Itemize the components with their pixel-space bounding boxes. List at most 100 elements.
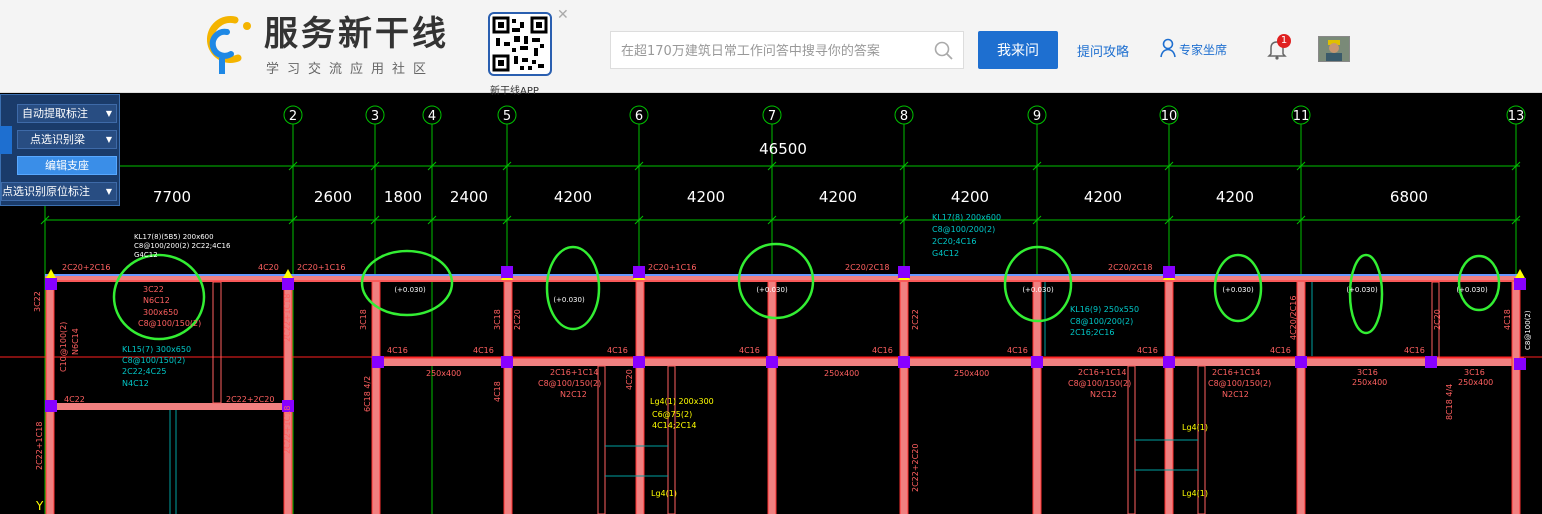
axis-number: 2 <box>289 109 297 124</box>
column-marker <box>1163 356 1175 368</box>
mid-beam-annotations: 2C16+1C14 C8@100/150(2) N2C12 2C16+1C14 … <box>538 368 1485 399</box>
qr-close-icon[interactable]: ✕ <box>557 7 569 23</box>
axis-number: 8 <box>900 109 908 124</box>
span-dimension: 4200 <box>819 188 857 206</box>
span-dimension: 2400 <box>450 188 488 206</box>
column-marker <box>1031 356 1043 368</box>
svg-text:250x400: 250x400 <box>426 369 461 378</box>
svg-text:N4C12: N4C12 <box>122 379 149 388</box>
column-marker <box>501 266 513 278</box>
svg-text:KL16(9) 250x550: KL16(9) 250x550 <box>1070 305 1139 314</box>
secondary-members <box>212 281 1440 514</box>
svg-text:3C16: 3C16 <box>1357 368 1378 377</box>
svg-text:C8@100/200(2) 2C22;4C16: C8@100/200(2) 2C22;4C16 <box>134 242 231 250</box>
svg-text:2C20+1C16: 2C20+1C16 <box>297 263 345 272</box>
span-dimension: 4200 <box>1084 188 1122 206</box>
svg-text:C8@100/150(2): C8@100/150(2) <box>1208 379 1271 388</box>
search-input[interactable] <box>619 32 933 70</box>
svg-text:C10@100(2): C10@100(2) <box>59 322 68 372</box>
app-qr-code[interactable] <box>488 12 552 76</box>
svg-text:N2C12: N2C12 <box>560 390 587 399</box>
column-marker <box>633 266 645 278</box>
axis-bubbles: 2 3 4 5 6 7 8 9 10 11 13 <box>283 105 1526 125</box>
tool-item-label: 编辑支座 <box>45 159 89 172</box>
vertical-beam <box>1033 282 1041 514</box>
span-dimension: 1800 <box>384 188 422 206</box>
pick-identify-beam-dropdown[interactable]: 点选识别梁 ▼ <box>17 130 117 149</box>
axis-number: 9 <box>1033 109 1041 124</box>
user-avatar[interactable] <box>1318 36 1350 62</box>
svg-text:KL15(7) 300x650: KL15(7) 300x650 <box>122 345 191 354</box>
axis-number: 6 <box>635 109 643 124</box>
cyan-member-lines <box>169 282 1313 514</box>
vertical-rebar-label: 2C22+1C18 <box>283 406 292 454</box>
svg-text:4C16: 4C16 <box>1270 346 1291 355</box>
vertical-rebar-label: 2C22+2C20 <box>911 444 920 492</box>
vertical-rebar-label: 2C22+1C18 <box>35 422 44 470</box>
span-dimension: 4200 <box>951 188 989 206</box>
svg-text:2C22;4C25: 2C22;4C25 <box>122 367 166 376</box>
vertical-rebar-label: 2C22 <box>911 309 920 330</box>
svg-text:2C16;2C16: 2C16;2C16 <box>1070 328 1114 337</box>
svg-text:250x400: 250x400 <box>824 369 859 378</box>
svg-text:3C16: 3C16 <box>1464 368 1485 377</box>
vertical-rebar-label: 8C18 4/4 <box>1445 384 1454 420</box>
svg-text:N2C12: N2C12 <box>1222 390 1249 399</box>
vertical-rebar-label: 2C20 <box>513 309 522 330</box>
span-dimensions: 7700 2600 1800 2400 4200 4200 4200 4200 4200 4200… <box>153 188 1428 206</box>
span-dimension: 2600 <box>314 188 352 206</box>
notification-count-badge: 1 <box>1277 34 1291 48</box>
svg-text:Lg4(1): Lg4(1) <box>651 489 677 498</box>
vertical-beam <box>900 282 908 514</box>
span-dimension: 4200 <box>687 188 725 206</box>
svg-text:4C22: 4C22 <box>64 395 85 404</box>
column-marker <box>1295 356 1307 368</box>
svg-text:G4C12: G4C12 <box>932 249 959 258</box>
panel-collapse-tab[interactable] <box>0 126 12 154</box>
column-marker <box>45 400 57 412</box>
vertical-rebar-label: 4C18 <box>493 381 502 402</box>
edit-support-button[interactable]: 编辑支座 <box>17 156 117 175</box>
svg-text:(+0.030): (+0.030) <box>756 286 788 294</box>
brand-logo-icon <box>206 16 251 74</box>
svg-text:(+0.030): (+0.030) <box>1346 286 1378 294</box>
column-marker <box>633 356 645 368</box>
expert-seat-label: 专家坐席 <box>1179 43 1228 57</box>
question-guide-link[interactable]: 提问攻略 <box>1077 41 1129 60</box>
lg-labels: Lg4(1) 200x300 C6@75(2) 4C14;2C14 Lg4(1)… <box>650 397 1208 498</box>
vertical-rebar-label: 2C20 <box>1433 309 1442 330</box>
top-rebar-labels: 2C20+2C16 4C20 2C20+1C16 2C20+1C16 2C20/… <box>62 263 1152 272</box>
kl16-annotation: KL16(9) 250x550 C8@100/200(2) 2C16;2C16 <box>1070 305 1139 337</box>
pick-identify-in-situ-annotation-dropdown[interactable]: 点选识别原位标注 ▼ <box>1 182 117 201</box>
axis-number: 13 <box>1508 109 1525 124</box>
svg-text:2C20/2C18: 2C20/2C18 <box>845 263 889 272</box>
axis-number: 10 <box>1161 109 1178 124</box>
column-marker <box>501 356 513 368</box>
svg-text:2C20;4C16: 2C20;4C16 <box>932 237 976 246</box>
search-icon[interactable] <box>933 40 955 62</box>
svg-text:G4C12: G4C12 <box>134 251 158 259</box>
svg-text:Lg4(1) 200x300: Lg4(1) 200x300 <box>650 397 714 406</box>
tool-item-label: 自动提取标注 <box>22 107 88 120</box>
cad-drawing-canvas[interactable]: 2 3 4 5 6 7 8 9 10 11 13 46500 7700 2600 1800 2400 420… <box>0 93 1542 514</box>
svg-text:C8@100/200(2): C8@100/200(2) <box>932 225 995 234</box>
column-marker <box>372 356 384 368</box>
svg-text:N6C12: N6C12 <box>143 296 170 305</box>
left-lower-beam[interactable] <box>45 403 293 410</box>
svg-text:2C20+1C16: 2C20+1C16 <box>648 263 696 272</box>
vertical-rebar-label: 4C18 <box>1503 309 1512 330</box>
axis-number: 4 <box>428 109 436 124</box>
chevron-down-icon: ▼ <box>105 135 112 144</box>
column-marker <box>45 278 57 290</box>
svg-text:250x400: 250x400 <box>1458 378 1493 387</box>
svg-text:2C16+1C14: 2C16+1C14 <box>1212 368 1260 377</box>
svg-text:4C16: 4C16 <box>872 346 893 355</box>
svg-text:4C16: 4C16 <box>1007 346 1028 355</box>
auto-extract-annotation-dropdown[interactable]: 自动提取标注 ▼ <box>17 104 117 123</box>
ask-question-button[interactable]: 我来问 <box>978 31 1058 69</box>
middle-beam[interactable] <box>372 358 1524 366</box>
svg-text:250x400: 250x400 <box>1352 378 1387 387</box>
svg-text:C8@100/150(2): C8@100/150(2) <box>122 356 185 365</box>
column-marker <box>1514 278 1526 290</box>
column-marker <box>282 278 294 290</box>
